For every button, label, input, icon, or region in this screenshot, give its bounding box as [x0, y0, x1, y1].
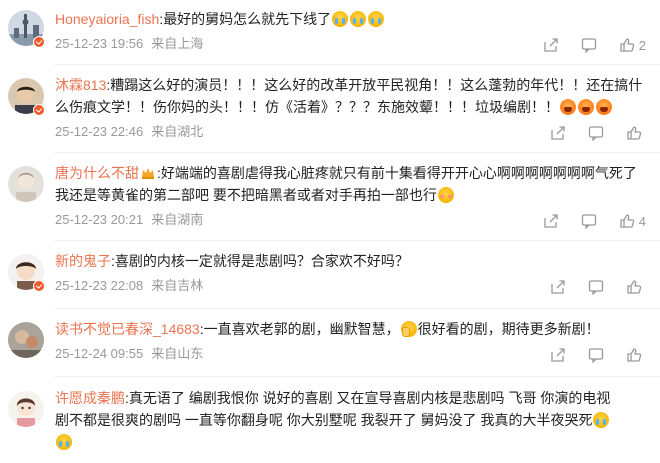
location: 来自湖北	[151, 124, 204, 139]
location: 来自湖南	[151, 212, 204, 227]
comment-content: 好端端的喜剧虐得我心脏疼就只有前十集看得开开心心啊啊啊啊啊啊啊气死了	[160, 165, 637, 181]
username[interactable]: 沐霖813	[55, 77, 106, 93]
avatar[interactable]	[8, 322, 44, 358]
share-button[interactable]	[550, 347, 566, 363]
thumbs-up-icon	[627, 126, 642, 140]
comment-actions	[550, 279, 646, 295]
crown-badge-icon	[142, 168, 154, 179]
angry-emoji-icon	[596, 99, 612, 115]
verified-badge-icon	[33, 36, 45, 48]
like-count: 2	[638, 37, 646, 53]
comment-button[interactable]	[588, 125, 604, 141]
divider	[55, 64, 660, 65]
comment-content: 最好的舅妈怎么就先下线了	[163, 11, 332, 27]
crying-emoji-icon	[56, 434, 72, 450]
comment-list: Honeyaioria_fish:最好的舅妈怎么就先下线了 25-12-23 1…	[0, 0, 660, 463]
like-count: 4	[638, 213, 646, 229]
comment-button[interactable]	[588, 347, 604, 363]
thumbs-up-icon	[627, 280, 642, 294]
share-button[interactable]	[550, 279, 566, 295]
shy-emoji-icon	[437, 187, 454, 203]
divider	[55, 240, 660, 241]
comment-button[interactable]	[581, 213, 597, 229]
crying-emoji-icon	[332, 11, 349, 27]
location: 来自上海	[151, 36, 204, 51]
divider	[55, 376, 660, 377]
comment-content: 一直喜欢老郭的剧，幽默智慧，	[203, 321, 400, 337]
comment-icon	[581, 214, 596, 229]
timestamp: 25-12-24 09:55	[55, 346, 144, 361]
verified-badge-icon	[33, 280, 45, 292]
comment-content: 喜剧的内核一定就得是悲剧吗？合家欢不好吗？	[114, 253, 409, 269]
username[interactable]: 新的鬼子	[55, 253, 111, 269]
location: 来自山东	[151, 346, 204, 361]
comment-icon	[588, 280, 604, 295]
divider	[55, 152, 660, 153]
comment-content: 我还是等黄雀的第二部吧 要不把暗黑者或者对手再拍一部也行	[55, 187, 437, 203]
username[interactable]: 读书不觉已春深_14683	[55, 321, 200, 337]
comment-actions	[550, 125, 646, 141]
comment-content: 糟蹋这么好的演员！！！这么好的改革开放平民视角！！这么蓬勃的年代！！还在搞什	[110, 77, 643, 93]
like-button[interactable]	[626, 125, 646, 141]
comment-content: 真无语了 编剧我恨你 说好的喜剧 又在宣导喜剧内核是悲剧吗 飞哥 你演的电视	[128, 390, 611, 406]
share-icon	[544, 38, 558, 52]
crying-emoji-icon	[593, 412, 610, 428]
share-icon	[551, 280, 565, 294]
comment-text: 读书不觉已春深_14683:一直喜欢老郭的剧，幽默智慧， 很好看的剧，期待更多新剧…	[55, 321, 600, 337]
username[interactable]: Honeyaioria_fish	[55, 11, 159, 27]
share-button[interactable]	[550, 125, 566, 141]
comment-content: 很好看的剧，期待更多新剧！	[417, 321, 600, 337]
username[interactable]: 唐为什么不甜	[55, 165, 139, 181]
like-button[interactable]: 4	[619, 213, 646, 229]
comment-icon	[588, 126, 604, 141]
like-button[interactable]: 2	[619, 37, 646, 53]
timestamp: 25-12-23 20:21	[55, 212, 144, 227]
thumbs-up-icon	[620, 214, 634, 228]
crying-emoji-icon	[368, 11, 385, 27]
timestamp: 25-12-23 22:46	[55, 124, 144, 139]
location: 来自吉林	[151, 278, 204, 293]
comment-text: 唐为什么不甜:好端端的喜剧虐得我心脏疼就只有前十集看得开开心心啊啊啊啊啊啊啊气死…	[55, 165, 637, 203]
username[interactable]: 许愿成秦鹏	[55, 390, 125, 406]
comment-actions: 2	[543, 37, 646, 53]
comment-button[interactable]	[588, 279, 604, 295]
timestamp: 25-12-23 19:56	[55, 36, 144, 51]
share-icon	[551, 348, 565, 362]
thumbs-up-icon	[627, 348, 642, 362]
comment-button[interactable]	[581, 37, 597, 53]
crying-emoji-icon	[350, 11, 367, 27]
comment-content: 剧不都是很爽的剧吗 一直等你翻身呢 你大别墅呢 我裂开了 舅妈没了 我真的大半夜…	[55, 412, 593, 428]
thumbs-up-icon	[620, 38, 634, 52]
avatar[interactable]	[8, 391, 44, 427]
comment-content: 么伤痕文学！！伤你妈的头！！！仿《活着》？？？东施效颦！！！垃圾编剧！！	[55, 99, 559, 115]
comment-actions: 4	[543, 213, 646, 229]
comment-icon	[588, 348, 604, 363]
share-icon	[551, 126, 565, 140]
share-button[interactable]	[543, 213, 559, 229]
comment-text: 新的鬼子:喜剧的内核一定就得是悲剧吗？合家欢不好吗？	[55, 253, 409, 269]
avatar[interactable]	[8, 166, 44, 202]
angry-emoji-icon	[560, 99, 576, 115]
comment-text: Honeyaioria_fish:最好的舅妈怎么就先下线了	[55, 8, 650, 30]
timestamp: 25-12-23 22:08	[55, 278, 144, 293]
verified-badge-icon	[33, 104, 45, 116]
share-button[interactable]	[543, 37, 559, 53]
divider	[55, 308, 660, 309]
comment-text: 许愿成秦鹏:真无语了 编剧我恨你 说好的喜剧 又在宣导喜剧内核是悲剧吗 飞哥 你…	[55, 387, 650, 453]
comment-text: 沐霖813:糟蹋这么好的演员！！！这么好的改革开放平民视角！！这么蓬勃的年代！！…	[55, 77, 643, 115]
like-button[interactable]	[626, 279, 646, 295]
comment-actions	[550, 347, 646, 363]
like-button[interactable]	[626, 347, 646, 363]
comment-icon	[581, 38, 596, 53]
facepalm-emoji-icon	[400, 321, 417, 337]
share-icon	[544, 214, 558, 228]
angry-emoji-icon	[578, 99, 594, 115]
